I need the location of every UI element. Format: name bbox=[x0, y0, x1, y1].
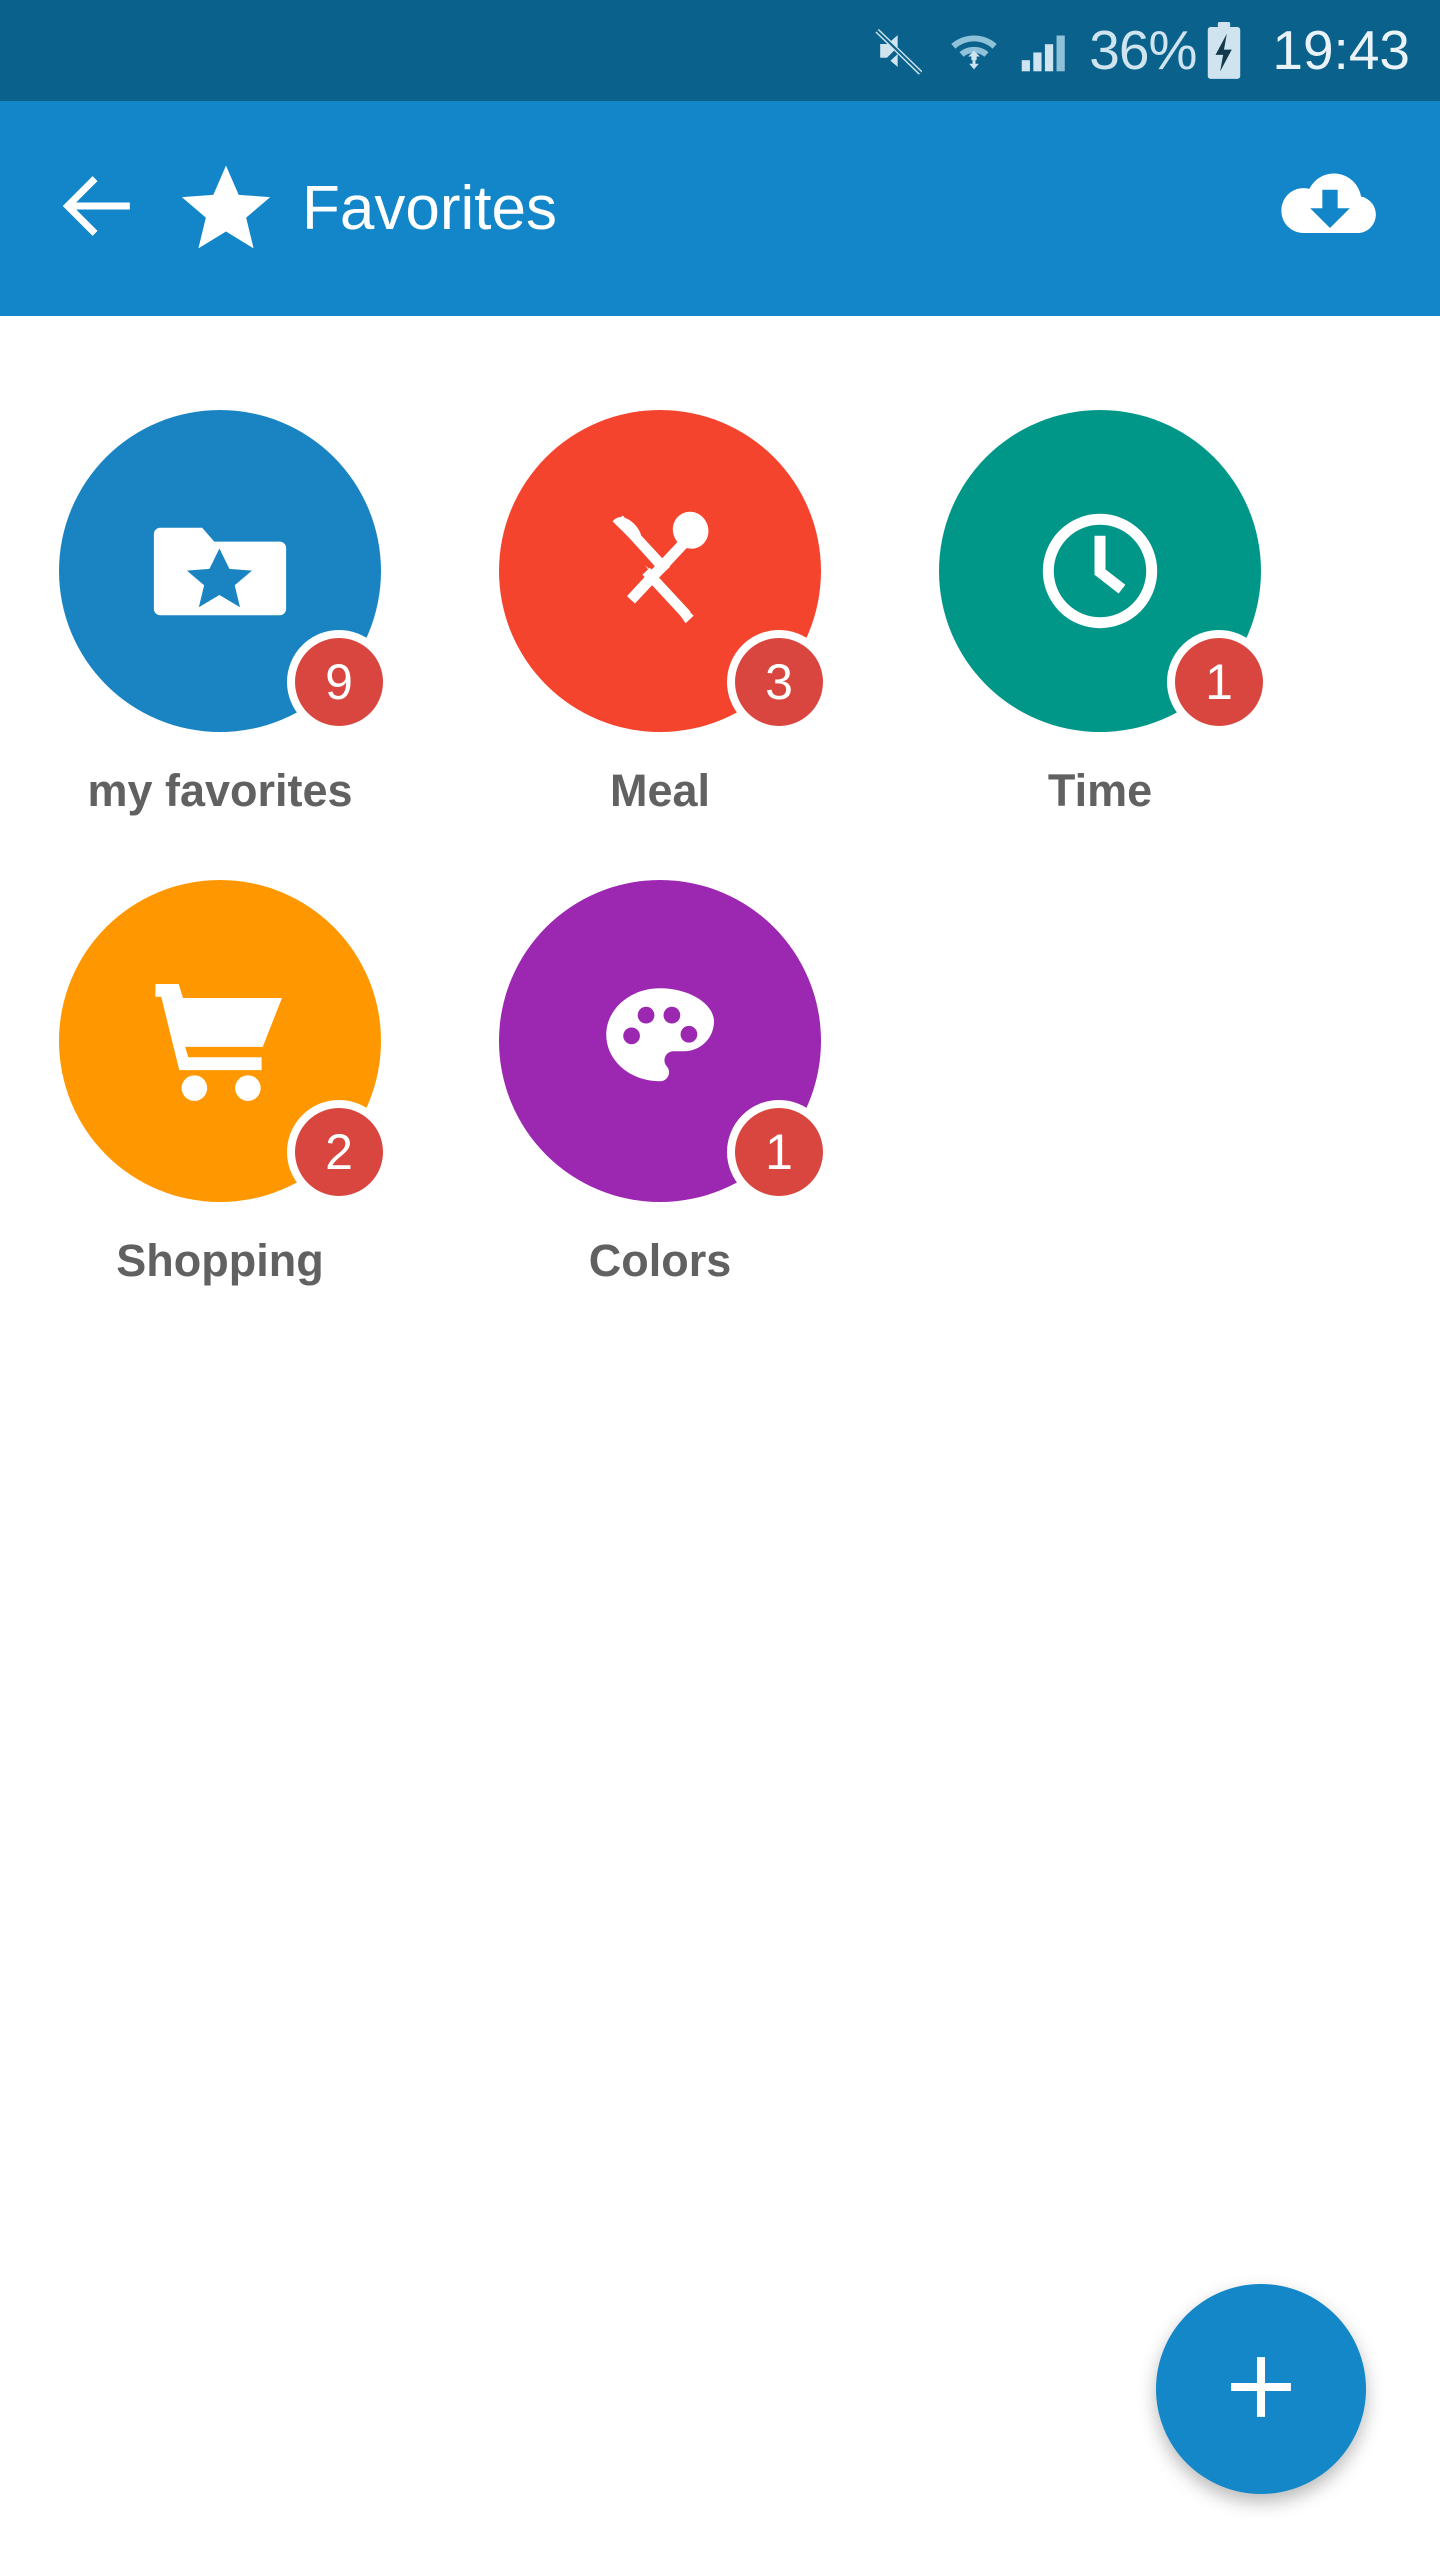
shopping-cart-icon bbox=[150, 977, 290, 1105]
bubble-my-favorites[interactable]: 9 bbox=[59, 410, 391, 734]
grid-item-label: Time bbox=[1047, 765, 1153, 816]
content-area: 9 my favorites 3 Meal 1 Time 2 Shopping … bbox=[0, 332, 1440, 2560]
plus-icon bbox=[1215, 2341, 1307, 2438]
grid-item-label: my favorites bbox=[87, 765, 353, 816]
page-title: Favorites bbox=[302, 173, 557, 243]
badge-count: 1 bbox=[727, 1100, 831, 1204]
grid-item-my-favorites[interactable]: 9 my favorites bbox=[0, 410, 440, 880]
badge-count: 2 bbox=[287, 1100, 391, 1204]
badge-count: 1 bbox=[1167, 630, 1271, 734]
cloud-download-button[interactable] bbox=[1270, 149, 1390, 269]
star-icon bbox=[176, 159, 276, 259]
folder-star-icon bbox=[151, 514, 289, 629]
mute-icon bbox=[867, 23, 933, 79]
spoon-knife-icon bbox=[596, 507, 724, 635]
wifi-icon bbox=[943, 22, 1005, 80]
add-favorite-fab[interactable] bbox=[1156, 2284, 1366, 2494]
cloud-download-icon bbox=[1276, 164, 1384, 253]
badge-count: 3 bbox=[727, 630, 831, 734]
battery-percent-label: 36% bbox=[1089, 19, 1197, 81]
clock-time-label: 19:43 bbox=[1272, 19, 1410, 81]
grid-item-label: Meal bbox=[609, 765, 711, 816]
bubble-meal[interactable]: 3 bbox=[499, 410, 831, 734]
back-button[interactable] bbox=[42, 154, 152, 264]
back-arrow-icon bbox=[53, 162, 141, 255]
grid-item-time[interactable]: 1 Time bbox=[880, 410, 1320, 880]
grid-item-shopping[interactable]: 2 Shopping bbox=[0, 880, 440, 1350]
grid-item-label: Shopping bbox=[116, 1235, 324, 1286]
cellular-signal-icon bbox=[1013, 22, 1073, 80]
badge-count: 9 bbox=[287, 630, 391, 734]
grid-item-meal[interactable]: 3 Meal bbox=[440, 410, 880, 880]
status-bar: 36% 19:43 bbox=[0, 0, 1440, 101]
app-bar: Favorites bbox=[0, 101, 1440, 316]
bubble-time[interactable]: 1 bbox=[939, 410, 1271, 734]
grid-item-label: Colors bbox=[588, 1235, 732, 1286]
clock-icon bbox=[1034, 505, 1166, 637]
grid-item-colors[interactable]: 1 Colors bbox=[440, 880, 880, 1350]
battery-charging-icon bbox=[1202, 21, 1246, 81]
bubble-colors[interactable]: 1 bbox=[499, 880, 831, 1204]
favorites-grid: 9 my favorites 3 Meal 1 Time 2 Shopping … bbox=[0, 332, 1440, 1350]
palette-icon bbox=[598, 979, 722, 1103]
app-root: 36% 19:43 Favorites 9 my favorites 3 Mea… bbox=[0, 0, 1440, 2560]
bubble-shopping[interactable]: 2 bbox=[59, 880, 391, 1204]
